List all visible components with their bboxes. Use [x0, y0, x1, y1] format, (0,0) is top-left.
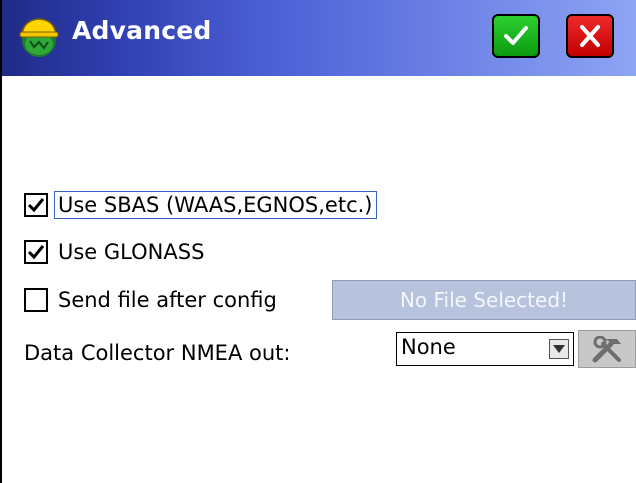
use-sbas-option[interactable]: Use SBAS (WAAS,EGNOS,etc.)	[24, 188, 377, 222]
wrench-hammer-icon	[592, 336, 621, 363]
use-sbas-checkbox[interactable]	[24, 193, 48, 217]
use-glonass-label[interactable]: Use GLONASS	[58, 240, 204, 264]
use-glonass-option[interactable]: Use GLONASS	[24, 235, 204, 269]
select-file-button[interactable]: No File Selected!	[332, 280, 636, 320]
send-file-option[interactable]: Send file after config	[24, 283, 277, 317]
close-x-icon	[580, 25, 600, 47]
send-file-checkbox[interactable]	[24, 288, 48, 312]
nmea-settings-button[interactable]	[578, 330, 636, 368]
close-button[interactable]	[566, 14, 614, 58]
check-icon	[27, 245, 45, 260]
nmea-out-label: Data Collector NMEA out:	[24, 341, 291, 365]
title-bar: Advanced	[0, 0, 636, 76]
send-file-label[interactable]: Send file after config	[58, 288, 277, 312]
advanced-dialog: Advanced Use SBAS (WAAS,EGNOS,etc.) Use …	[0, 0, 636, 483]
chevron-down-icon[interactable]	[549, 339, 569, 359]
window-border	[0, 0, 2, 483]
nmea-out-value: None	[401, 335, 456, 359]
page-title: Advanced	[72, 16, 212, 45]
check-icon	[27, 198, 45, 213]
surveyor-helmet-icon	[16, 14, 62, 60]
use-sbas-label[interactable]: Use SBAS (WAAS,EGNOS,etc.)	[54, 191, 377, 219]
ok-button[interactable]	[492, 14, 540, 58]
use-glonass-checkbox[interactable]	[24, 240, 48, 264]
nmea-out-select[interactable]: None	[396, 332, 574, 366]
checkmark-icon	[504, 26, 528, 45]
